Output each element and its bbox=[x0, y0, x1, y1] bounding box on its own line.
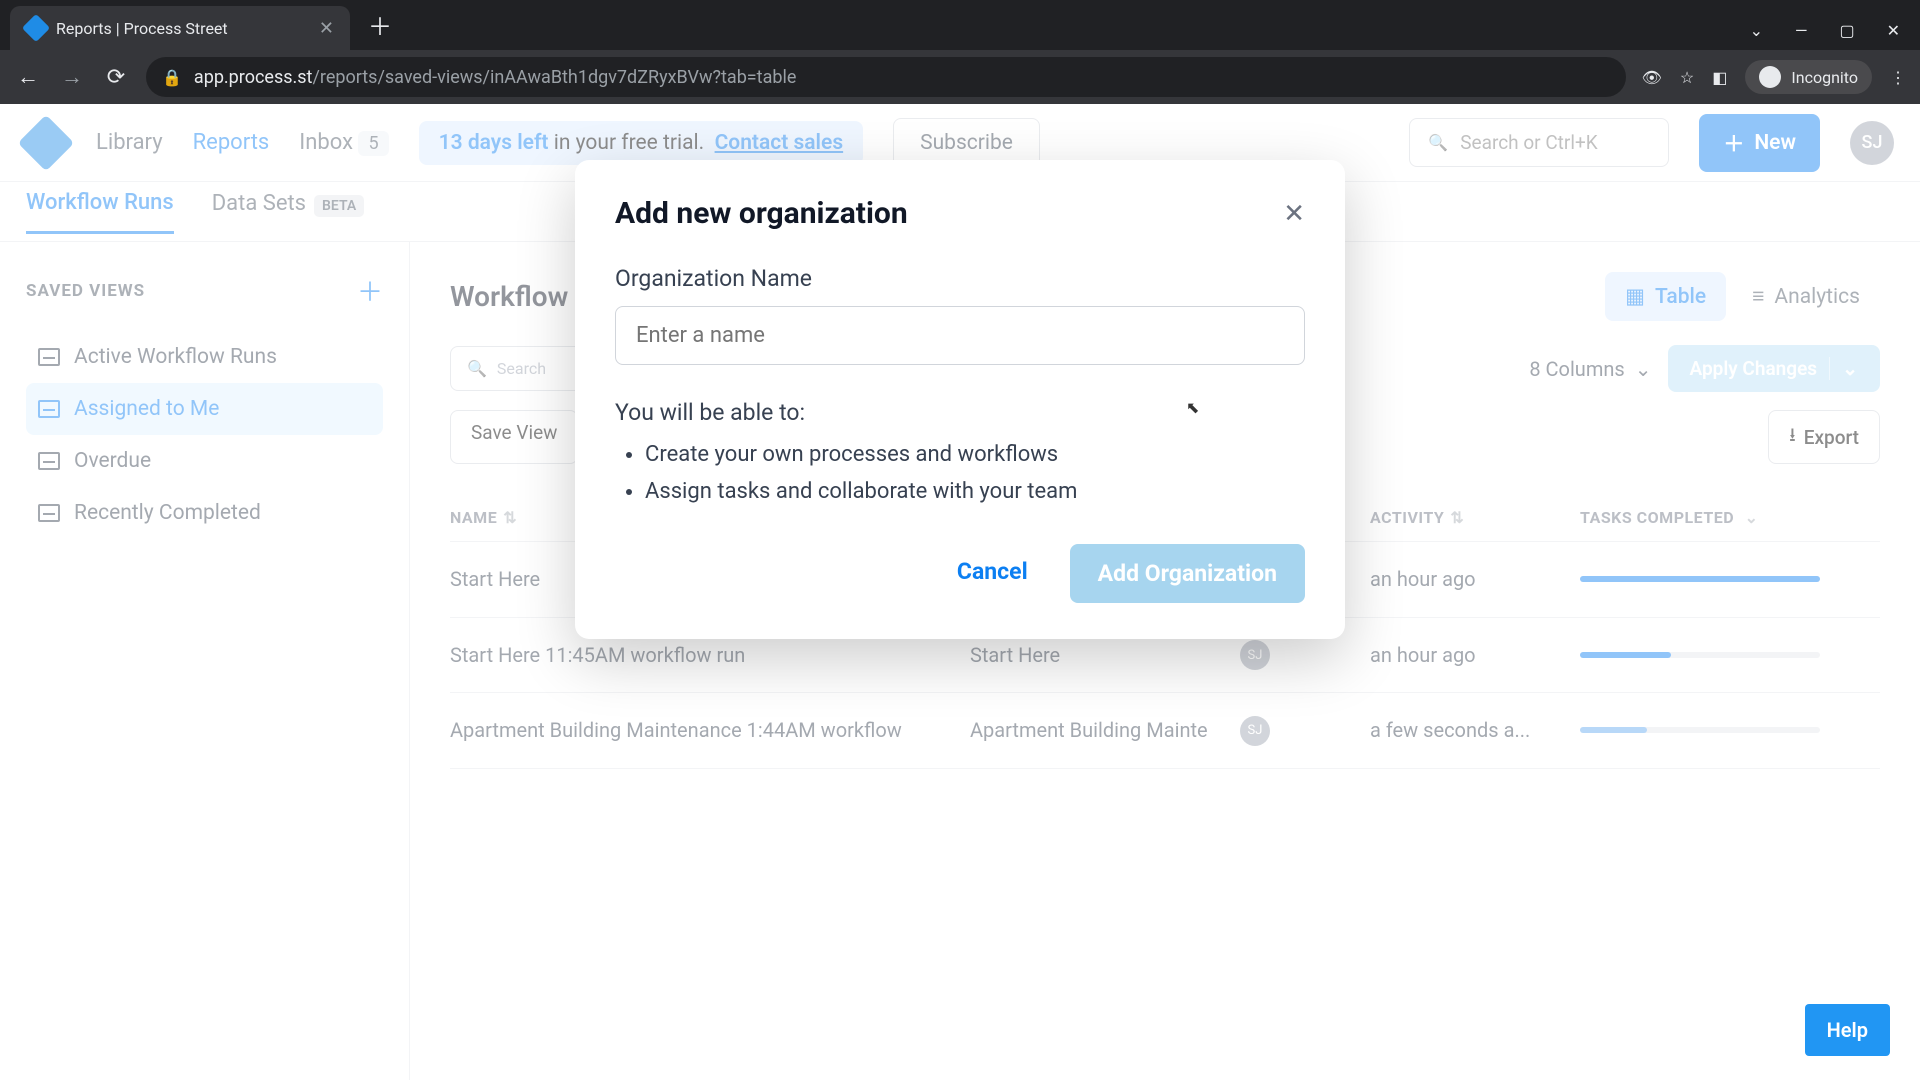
org-name-label: Organization Name bbox=[615, 265, 1305, 292]
maximize-icon[interactable]: ▢ bbox=[1839, 21, 1854, 40]
minimize-icon[interactable]: — bbox=[1795, 21, 1808, 40]
forward-icon[interactable]: → bbox=[58, 64, 86, 90]
org-name-input[interactable] bbox=[615, 306, 1305, 365]
help-button[interactable]: Help bbox=[1805, 1004, 1890, 1056]
eye-off-icon[interactable]: 👁 bbox=[1642, 68, 1662, 87]
close-window-icon[interactable]: ✕ bbox=[1887, 21, 1900, 40]
lock-icon: 🔒 bbox=[162, 68, 182, 87]
incognito-icon bbox=[1759, 66, 1781, 88]
browser-tab-strip: Reports | Process Street ✕ ＋ ⌄ — ▢ ✕ bbox=[0, 0, 1920, 50]
url-field[interactable]: 🔒 app.process.st/reports/saved-views/inA… bbox=[146, 57, 1626, 97]
add-organization-modal: Add new organization ✕ Organization Name… bbox=[575, 160, 1345, 639]
tab-search-icon[interactable]: ⌄ bbox=[1750, 21, 1763, 40]
favicon-icon bbox=[22, 14, 50, 42]
benefits-list: Create your own processes and workflows … bbox=[615, 442, 1305, 504]
menu-icon[interactable]: ⋮ bbox=[1890, 68, 1906, 87]
modal-title: Add new organization bbox=[615, 196, 908, 231]
back-icon[interactable]: ← bbox=[14, 64, 42, 90]
url-text: app.process.st/reports/saved-views/inAAw… bbox=[194, 67, 796, 88]
benefits-heading: You will be able to: bbox=[615, 399, 1305, 426]
cursor-icon: ⬉ bbox=[1186, 398, 1199, 417]
close-tab-icon[interactable]: ✕ bbox=[319, 18, 334, 39]
browser-tab[interactable]: Reports | Process Street ✕ bbox=[10, 6, 350, 50]
reload-icon[interactable]: ⟳ bbox=[102, 65, 130, 90]
add-organization-button[interactable]: Add Organization bbox=[1070, 544, 1305, 603]
tab-title: Reports | Process Street bbox=[56, 19, 309, 38]
new-tab-button[interactable]: ＋ bbox=[368, 7, 392, 42]
extensions-icon[interactable]: ◧ bbox=[1712, 68, 1727, 87]
window-controls: ⌄ — ▢ ✕ bbox=[1750, 10, 1920, 50]
address-bar: ← → ⟳ 🔒 app.process.st/reports/saved-vie… bbox=[0, 50, 1920, 104]
cancel-button[interactable]: Cancel bbox=[937, 544, 1048, 603]
star-icon[interactable]: ☆ bbox=[1680, 68, 1694, 87]
close-icon[interactable]: ✕ bbox=[1283, 199, 1305, 229]
incognito-badge[interactable]: Incognito bbox=[1745, 60, 1872, 94]
